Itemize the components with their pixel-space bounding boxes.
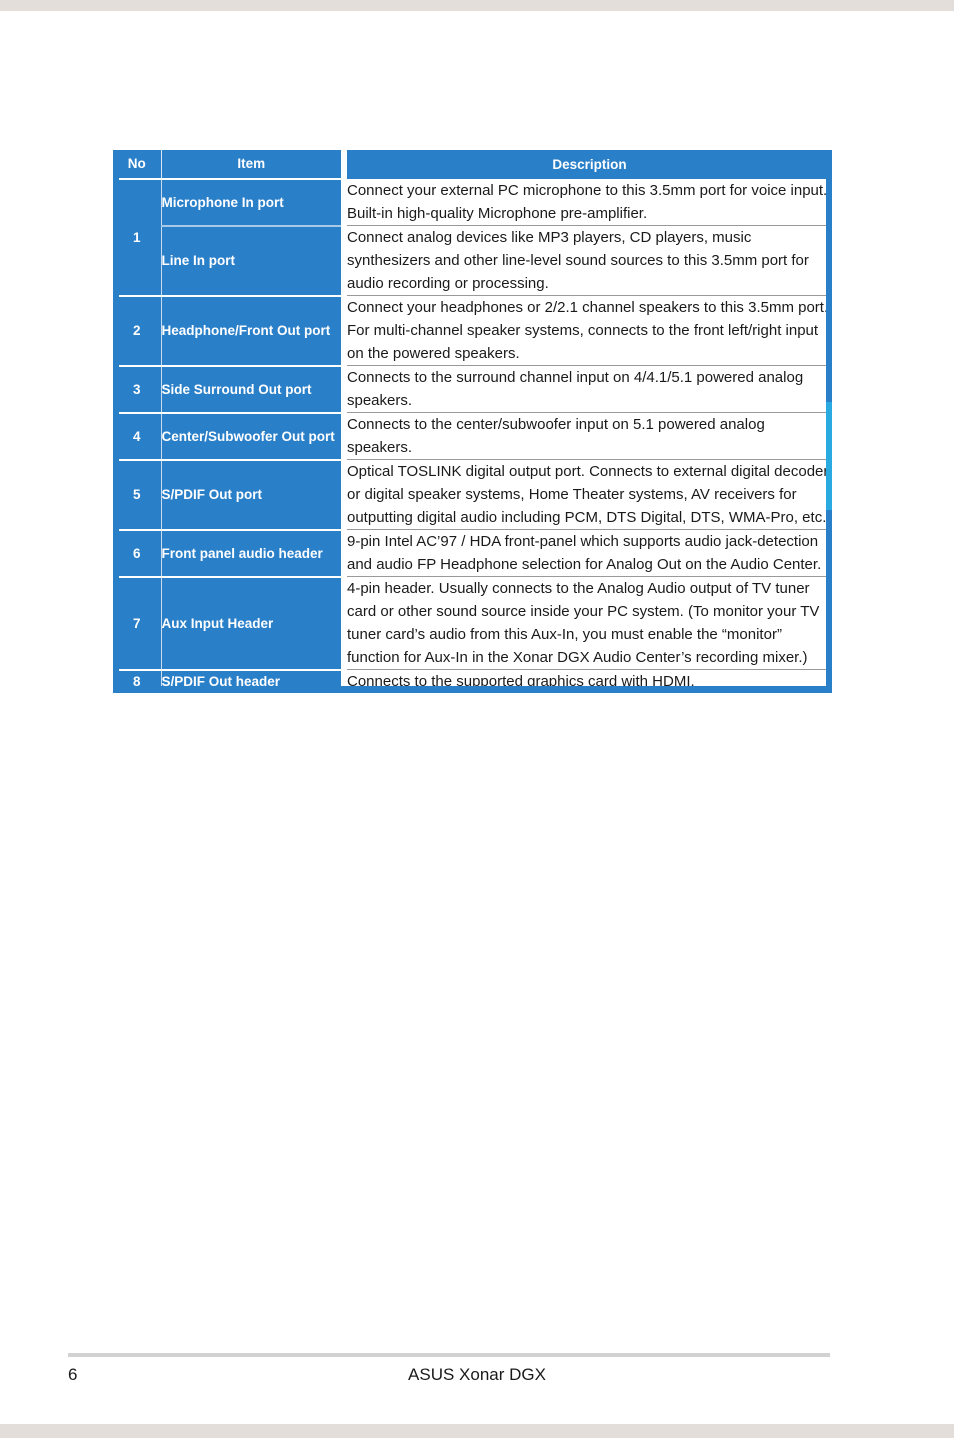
table-row: 7 Aux Input Header 4-pin header. Usually… xyxy=(113,575,832,670)
row-number-cell: 6 xyxy=(113,528,162,577)
row-number-cell: 1 xyxy=(113,178,162,296)
row-description-cell: Connect your headphones or 2/2.1 channel… xyxy=(344,295,832,366)
page-bottom-band xyxy=(0,1424,954,1438)
connector-spec-table: No Item Description 1 Microphone In port… xyxy=(113,150,832,693)
connector-spec-table-container: No Item Description 1 Microphone In port… xyxy=(113,150,832,693)
footer-divider xyxy=(68,1353,830,1357)
row-item-cell: Center/Subwoofer Out port xyxy=(161,411,347,460)
row-item-cell: Headphone/Front Out port xyxy=(161,294,347,366)
table-bottom-border xyxy=(113,686,832,693)
table-row: 5 S/PDIF Out port Optical TOSLINK digita… xyxy=(113,458,832,530)
column-header-no: No xyxy=(113,150,162,179)
table-row: 3 Side Surround Out port Connects to the… xyxy=(113,364,832,413)
table-row: 6 Front panel audio header 9-pin Intel A… xyxy=(113,528,832,577)
row-description-cell: Connects to the surround channel input o… xyxy=(344,365,832,413)
row-number-cell: 7 xyxy=(113,575,162,670)
row-number-cell: 5 xyxy=(113,458,162,530)
page-edge-tab-marker xyxy=(826,402,832,510)
table-row: 2 Headphone/Front Out port Connect your … xyxy=(113,294,832,366)
row-description-cell: Optical TOSLINK digital output port. Con… xyxy=(344,459,832,530)
row-description-cell: 9-pin Intel AC’97 / HDA front-panel whic… xyxy=(344,529,832,577)
footer-document-title: ASUS Xonar DGX xyxy=(408,1365,546,1384)
row-description-cell: Connects to the center/subwoofer input o… xyxy=(344,412,832,460)
table-row: 4 Center/Subwoofer Out port Connects to … xyxy=(113,411,832,460)
row-item-cell: S/PDIF Out port xyxy=(161,458,347,530)
table-left-border xyxy=(113,150,119,693)
column-header-description: Description xyxy=(344,150,832,179)
table-body: 1 Microphone In port Connect your extern… xyxy=(113,178,832,693)
row-item-cell: Side Surround Out port xyxy=(161,364,347,413)
row-item-cell: Aux Input Header xyxy=(161,575,347,670)
table-row: Line In port Connect analog devices like… xyxy=(113,224,832,296)
row-description-cell: Connect your external PC microphone to t… xyxy=(344,179,832,226)
table-row: 1 Microphone In port Connect your extern… xyxy=(113,178,832,296)
table-header-row: No Item Description xyxy=(113,150,832,179)
row-description-cell: Connect analog devices like MP3 players,… xyxy=(344,225,832,296)
row-item-cell: Microphone In port xyxy=(161,178,347,226)
row-description-cell: 4-pin header. Usually connects to the An… xyxy=(344,576,832,670)
row-number-cell: 4 xyxy=(113,411,162,460)
row-number-cell: 2 xyxy=(113,294,162,366)
row-item-cell: Front panel audio header xyxy=(161,528,347,577)
row-number-cell: 3 xyxy=(113,364,162,413)
row-item-cell: Line In port xyxy=(161,224,347,296)
column-header-item: Item xyxy=(161,150,347,179)
page-body: No Item Description 1 Microphone In port… xyxy=(0,0,954,1424)
